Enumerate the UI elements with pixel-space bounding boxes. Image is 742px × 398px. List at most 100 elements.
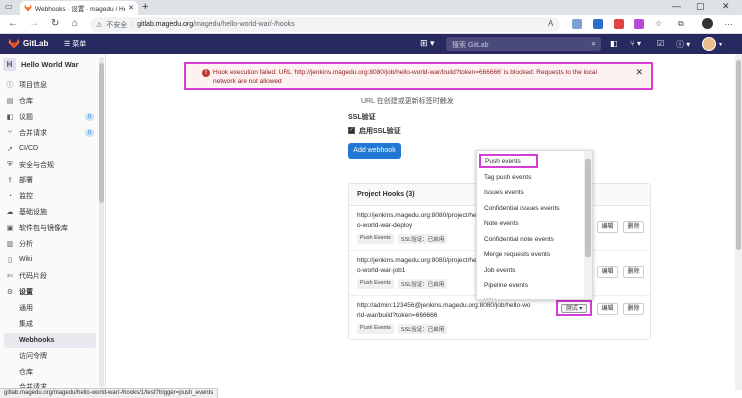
minimize-icon[interactable]: — (672, 1, 681, 11)
reader-icon[interactable]: A (548, 19, 553, 28)
address-bar-row: ← → ↻ ⌂ ⚠ 不安全 | gitlab.magedu.org/magedu… (0, 15, 742, 34)
cloud-icon: ☁ (6, 209, 14, 217)
delete-button[interactable]: 删除 (623, 266, 644, 278)
gitlab-brand[interactable]: GitLab (23, 39, 48, 48)
todo-icon[interactable]: ☑ (657, 39, 664, 48)
profile-icon[interactable] (702, 18, 713, 29)
sidebar-subitem-integrations[interactable]: 集成 (0, 317, 100, 332)
add-webhook-button[interactable]: Add webhook (348, 143, 401, 159)
sidebar-item[interactable]: ⚙ 设置 (0, 284, 105, 300)
sidebar-item-label: Wiki (19, 256, 33, 264)
collections-icon[interactable]: ⧉ (678, 19, 684, 29)
browser-tab[interactable]: Webhooks · 设置 · magedu / Hello ✕ (20, 1, 138, 15)
sidebar-subitem-access-tokens[interactable]: 访问令牌 (0, 349, 100, 364)
ssl-tag: SSL验证：已启用 (397, 234, 448, 244)
favorites-icon[interactable]: ☆ (655, 19, 662, 28)
edit-button[interactable]: 编辑 (597, 221, 618, 233)
close-icon[interactable]: ✕ (635, 67, 643, 78)
sidebar-item[interactable]: ▣ 软件包与镜像库 (0, 220, 105, 236)
dropdown-option[interactable]: Merge requests events (477, 247, 585, 263)
url-host: gitlab.magedu.org (137, 21, 194, 28)
dropdown-option[interactable]: Confidential note events (477, 232, 585, 248)
help-icon[interactable]: ⓘ ▾ (676, 39, 690, 50)
chevron-down-icon[interactable]: ▾ (719, 41, 722, 48)
dropdown-option[interactable]: Wiki page events (477, 294, 585, 300)
sidebar-item[interactable]: ☁ 基础设施 (0, 204, 105, 220)
dropdown-option[interactable]: Pipeline events (477, 278, 585, 294)
tab-close-icon[interactable]: ✕ (128, 4, 134, 12)
extension-icon[interactable] (593, 19, 603, 29)
reload-icon[interactable]: ↻ (51, 18, 59, 29)
search-icon: ⌕ (591, 39, 596, 48)
ssl-checkbox[interactable]: ✓ (348, 127, 355, 134)
home-icon[interactable]: ⌂ (72, 18, 78, 29)
dropdown-option[interactable]: Note events (477, 216, 585, 232)
forward-icon[interactable]: → (29, 18, 39, 29)
dropdown-option[interactable]: Push events (479, 154, 538, 168)
test-label: 测试 (565, 306, 578, 312)
page-scrollbar[interactable] (735, 54, 742, 390)
dropdown-option[interactable]: Tag push events (477, 170, 585, 186)
gitlab-header: GitLab ☰ 菜单 ⊞ ▾ 搜索 GitLab ⌕ ◧ ⑂ ▾ ☑ ⓘ ▾ … (0, 34, 742, 54)
sidebar-scrollbar[interactable] (99, 57, 104, 387)
sidebar-item[interactable]: ✄ 代码片段 (0, 268, 105, 284)
dropdown-scrollbar[interactable] (584, 151, 592, 299)
sidebar-item[interactable]: ◔ 监控 (0, 188, 105, 204)
extension-icon[interactable] (634, 19, 644, 29)
issues-shortcut-icon[interactable]: ◧ (610, 39, 618, 48)
sidebar-item[interactable]: ◧ 议题 0 (0, 109, 105, 125)
new-tab-icon[interactable]: + (142, 1, 148, 13)
extension-icon[interactable] (614, 19, 624, 29)
url-bar[interactable]: ⚠ 不安全 | gitlab.magedu.org/magedu/hello-w… (90, 17, 560, 32)
sidebar-item[interactable]: ⛨ 安全与合规 (0, 157, 105, 173)
event-tag: Push Events (357, 279, 394, 289)
edit-button[interactable]: 编辑 (597, 266, 618, 278)
sidebar-item[interactable]: ▤ 仓库 (0, 93, 105, 109)
menu-button[interactable]: ☰ 菜单 (64, 39, 86, 49)
new-item-icon[interactable]: ⊞ ▾ (420, 38, 435, 49)
sidebar-item-label: 部署 (19, 177, 33, 185)
dropdown-option[interactable]: Issues events (477, 185, 585, 201)
window-close-icon[interactable]: ✕ (722, 1, 730, 12)
dropdown-option[interactable]: Job events (477, 263, 585, 279)
status-bar-url: gitlab.magedu.org/magedu/hello-world-war… (0, 388, 219, 398)
merge-requests-shortcut-icon[interactable]: ⑂ ▾ (630, 39, 641, 48)
test-button[interactable]: 测试 ▾ (556, 300, 592, 316)
sidebar-item[interactable]: ⇪ 部署 (0, 172, 105, 188)
sidebar-subitem-repository[interactable]: 仓库 (0, 365, 100, 380)
gitlab-logo-icon[interactable] (8, 38, 20, 49)
dropdown-option[interactable]: Confidential issues events (477, 201, 585, 217)
tab-search-icon[interactable]: ▭ (5, 2, 13, 11)
sidebar-item-label: CI/CD (19, 145, 39, 153)
sidebar-item-label: 合并请求 (19, 129, 47, 137)
search-input[interactable]: 搜索 GitLab ⌕ (446, 37, 601, 51)
project-name: Hello World War (21, 60, 79, 69)
merge-request-icon: ⑂ (7, 129, 13, 137)
sidebar-item[interactable]: ➚ CI/CD (0, 141, 105, 157)
delete-button[interactable]: 删除 (623, 303, 644, 315)
more-icon[interactable]: … (724, 17, 733, 27)
hook-url: http://jenkins.magedu.org:8080/project/h… (357, 257, 480, 274)
sidebar-subitem-general[interactable]: 通用 (0, 301, 100, 316)
event-tag: Push Events (357, 234, 394, 244)
rocket-icon: ➚ (7, 145, 13, 153)
gitlab-favicon-icon (24, 4, 32, 12)
sidebar-item[interactable]: ⑂ 合并请求 0 (0, 125, 105, 141)
delete-button[interactable]: 删除 (623, 221, 644, 233)
sidebar-item[interactable]: ▥ 分析 (0, 236, 105, 252)
sidebar-subitem-webhooks[interactable]: Webhooks (4, 333, 96, 348)
back-icon[interactable]: ← (8, 18, 18, 29)
project-header[interactable]: H Hello World War (3, 58, 79, 71)
count-badge: 0 (84, 128, 94, 137)
sidebar-item-label: 软件包与镜像库 (19, 225, 68, 233)
edit-button[interactable]: 编辑 (597, 303, 618, 315)
project-avatar: H (3, 58, 16, 71)
sidebar-item-label: 项目信息 (19, 82, 47, 89)
avatar[interactable] (702, 37, 716, 51)
sidebar-item[interactable]: ▯ Wiki (0, 252, 105, 268)
extension-icon[interactable] (572, 19, 582, 29)
sidebar-item[interactable]: ⓘ 项目信息 (0, 77, 105, 93)
maximize-icon[interactable]: ▢ (696, 1, 705, 12)
package-icon: ▣ (6, 225, 14, 233)
tab-title: Webhooks · 设置 · magedu / Hello (35, 6, 126, 13)
